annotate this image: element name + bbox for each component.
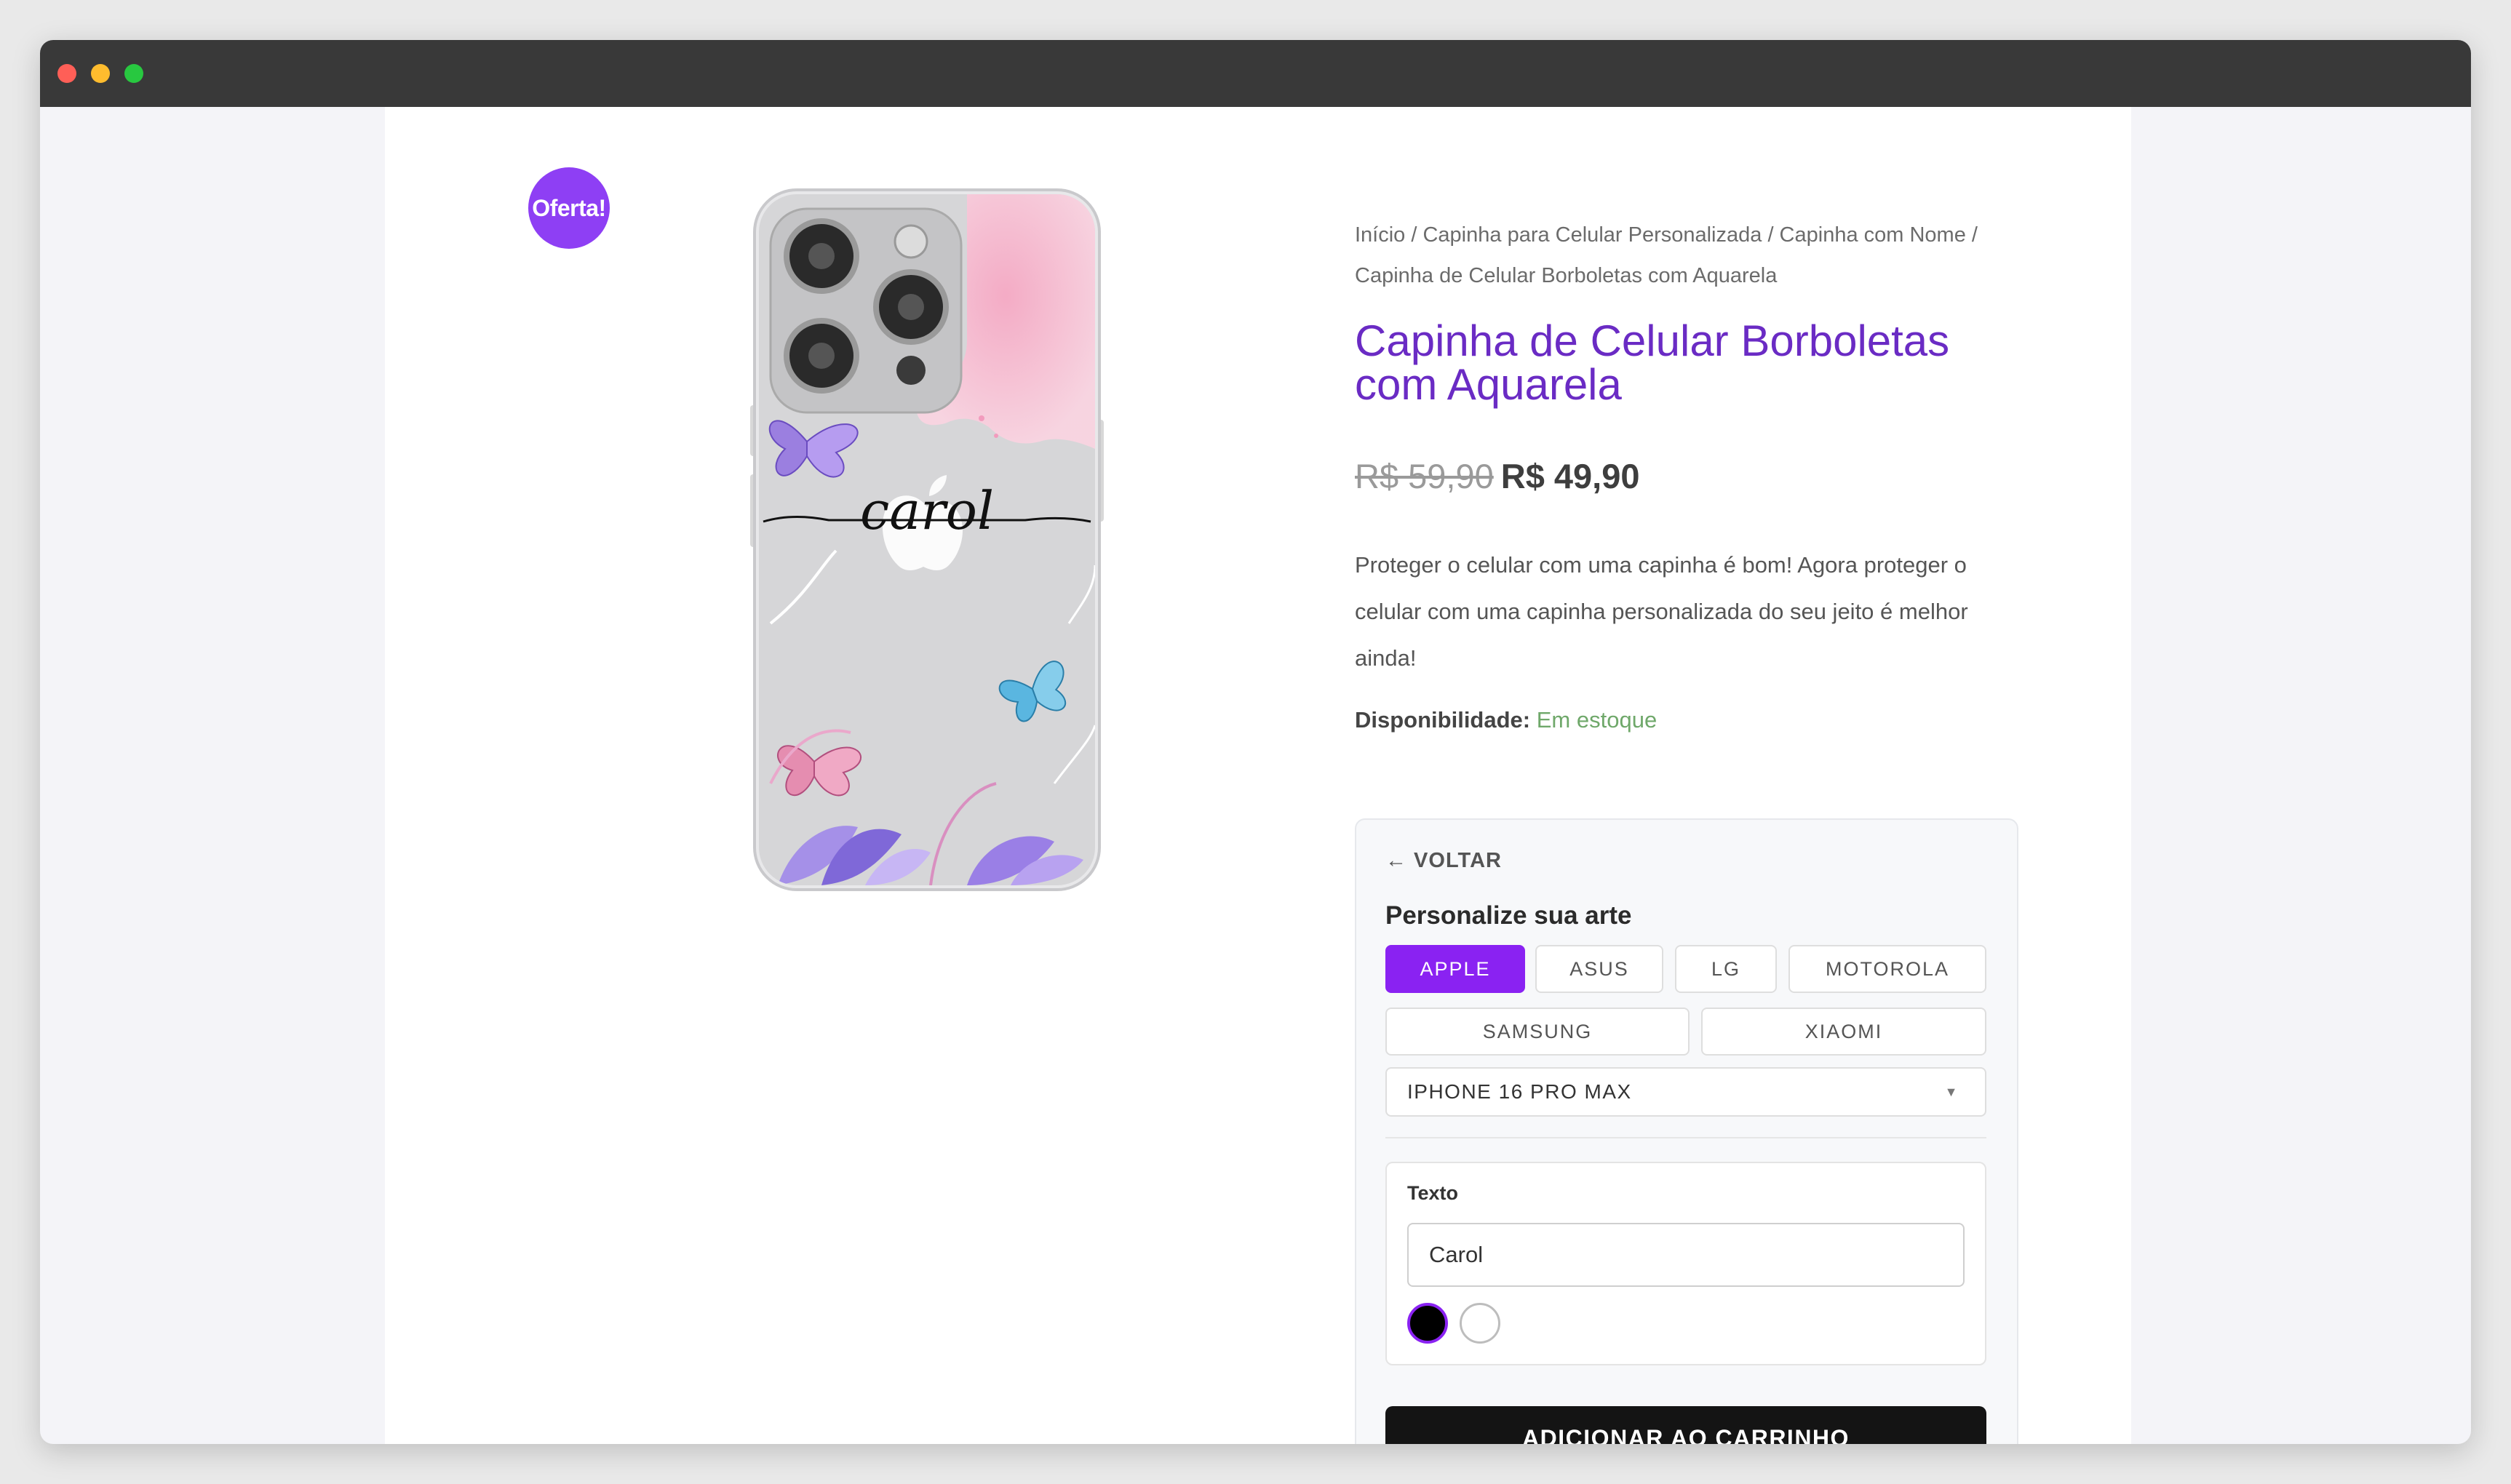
- model-select[interactable]: IPHONE 16 PRO MAX ▼: [1385, 1067, 1986, 1117]
- name-text-input[interactable]: Carol: [1407, 1223, 1965, 1287]
- price-new: R$ 49,90: [1500, 457, 1640, 495]
- product-description: Proteger o celular com uma capinha é bom…: [1355, 552, 1968, 671]
- brand-tab-apple[interactable]: APPLE: [1385, 945, 1525, 993]
- color-swatch-black[interactable]: [1407, 1303, 1448, 1344]
- brand-tab-asus[interactable]: ASUS: [1535, 945, 1663, 993]
- product-price: R$ 59,90 R$ 49,90: [1355, 456, 1640, 496]
- title-bar: [40, 40, 2471, 107]
- chevron-down-icon: ▼: [1944, 1084, 1959, 1099]
- minimize-window-button[interactable]: [91, 64, 110, 83]
- text-option-card: Texto Carol: [1385, 1162, 1986, 1365]
- brand-tab-motorola[interactable]: MOTOROLA: [1788, 945, 1986, 993]
- availability-value: Em estoque: [1536, 707, 1658, 733]
- add-to-cart-button[interactable]: ADICIONAR AO CARRINHO: [1385, 1406, 1986, 1444]
- product-title: Capinha de Celular Borboletas com Aquare…: [1355, 316, 1950, 409]
- brand-tab-samsung[interactable]: SAMSUNG: [1385, 1008, 1690, 1056]
- case-name-text: carol: [860, 480, 994, 541]
- brand-tab-lg[interactable]: LG: [1675, 945, 1777, 993]
- phone-case-image: carol: [750, 188, 1104, 891]
- sale-badge: Oferta!: [528, 167, 610, 249]
- back-button[interactable]: ← VOLTAR: [1385, 849, 1502, 873]
- customizer-title: Personalize sua arte: [1385, 901, 1632, 930]
- availability-label: Disponibilidade:: [1355, 707, 1531, 733]
- product-image[interactable]: carol: [749, 187, 1105, 893]
- customizer-panel: ← VOLTAR Personalize sua arte APPLE ASUS…: [1355, 818, 2018, 1444]
- divider: [1385, 1137, 1986, 1138]
- close-window-button[interactable]: [57, 64, 76, 83]
- color-swatch-white[interactable]: [1460, 1303, 1500, 1344]
- maximize-window-button[interactable]: [124, 64, 143, 83]
- brand-tab-xiaomi[interactable]: XIAOMI: [1701, 1008, 1986, 1056]
- model-select-value: IPHONE 16 PRO MAX: [1407, 1080, 1632, 1103]
- browser-window: Oferta! carol Início / Capinha para Celu…: [40, 40, 2471, 1444]
- availability: Disponibilidade: Em estoque: [1355, 707, 1657, 733]
- text-label: Texto: [1407, 1182, 1459, 1204]
- price-old: R$ 59,90: [1355, 457, 1494, 495]
- product-page: Oferta! carol Início / Capinha para Celu…: [385, 107, 2131, 1444]
- breadcrumb[interactable]: Início / Capinha para Celular Personaliz…: [1355, 215, 2010, 296]
